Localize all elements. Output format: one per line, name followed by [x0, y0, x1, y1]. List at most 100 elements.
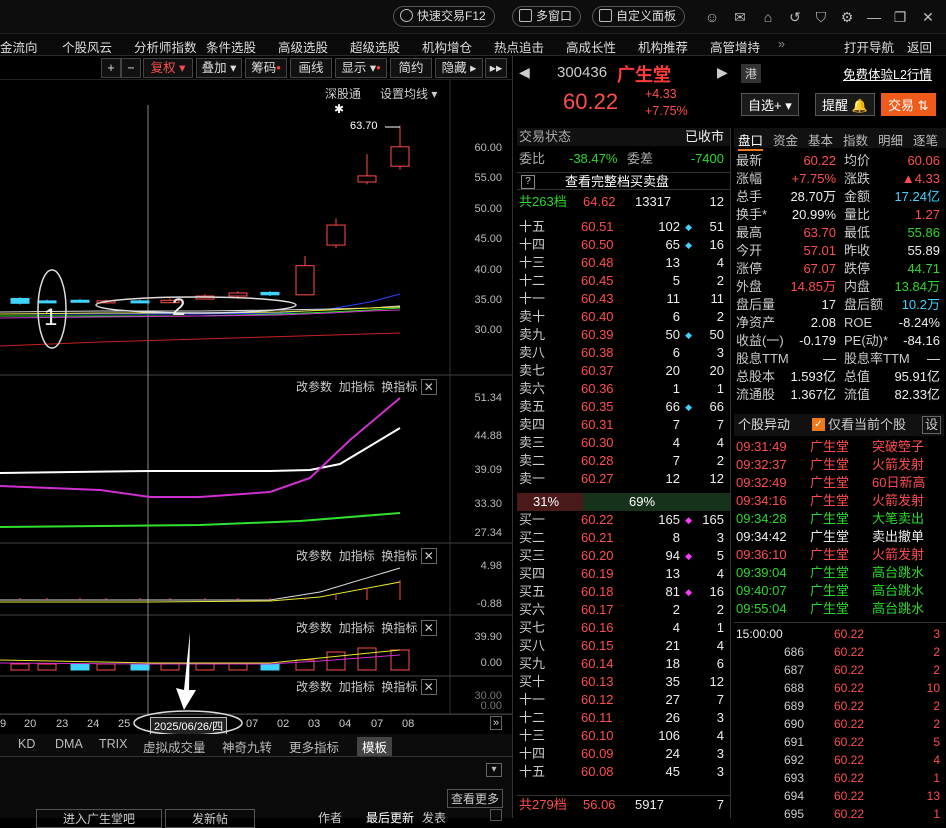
jia-zhibiao-link[interactable]: 加指标: [339, 680, 375, 694]
scroll-right-icon[interactable]: »: [490, 716, 503, 730]
tab-kd[interactable]: KD: [18, 737, 35, 751]
collapse-icon[interactable]: ▾: [486, 763, 502, 777]
gai-canshu-link[interactable]: 改参数: [296, 680, 332, 694]
gai-canshu-link[interactable]: 改参数: [296, 549, 332, 563]
quote-tab[interactable]: 基本: [808, 130, 833, 149]
nav-item[interactable]: 高级选股: [278, 37, 328, 56]
order-marker-icon: ◆: [685, 330, 692, 340]
tab-virtual-volume[interactable]: 虚拟成交量: [143, 737, 206, 756]
quote-label: 股息TTM: [736, 351, 789, 366]
tab-dma[interactable]: DMA: [55, 737, 83, 751]
quote-tab[interactable]: 指数: [843, 130, 868, 149]
home-icon[interactable]: ⌂: [760, 9, 776, 25]
shirt-icon[interactable]: ⛉: [813, 9, 829, 25]
huan-zhibiao-link[interactable]: 换指标: [381, 680, 417, 694]
shengutong-link[interactable]: 深股通: [325, 85, 361, 102]
set-ma-link[interactable]: 设置均线 ▾: [380, 85, 437, 102]
close-icon[interactable]: ✕: [420, 679, 437, 695]
zoom-in-button[interactable]: +: [101, 58, 121, 78]
fuquan-dropdown[interactable]: 复权 ▾: [143, 58, 193, 78]
huan-zhibiao-link[interactable]: 换指标: [381, 621, 417, 635]
alert-time: 09:40:07: [736, 583, 787, 598]
level-price: 60.09: [581, 746, 614, 761]
gai-canshu-link[interactable]: 改参数: [296, 621, 332, 635]
alert-time: 09:32:37: [736, 457, 787, 472]
axis-label: 0.00: [480, 657, 502, 669]
custom-panel-button[interactable]: 自定义面板: [592, 6, 686, 27]
nav-item[interactable]: 个股风云: [62, 37, 112, 56]
more-nav-icon[interactable]: »: [778, 37, 785, 51]
nav-item[interactable]: 机构增仓: [422, 37, 472, 56]
tab-magic-nine[interactable]: 神奇九转: [222, 737, 272, 756]
nav-item[interactable]: 金流向: [0, 37, 38, 56]
forum-panel: ▾ 查看更多 进入广生堂吧 发新帖 作者 最后更新 发表: [0, 756, 512, 828]
quote-value: 20.99%: [791, 207, 836, 222]
mail-icon[interactable]: ✉: [732, 9, 748, 25]
nav-item[interactable]: 机构推荐: [638, 37, 688, 56]
quote-tab[interactable]: 资金: [773, 130, 798, 149]
huaxian-button[interactable]: 画线: [290, 58, 332, 78]
trade-button[interactable]: 交易 ⇅: [881, 93, 936, 116]
next-stock-icon[interactable]: ▶: [717, 64, 728, 81]
nav-item[interactable]: 高成长性: [566, 37, 616, 56]
back-icon[interactable]: ↺: [787, 9, 803, 25]
open-nav-link[interactable]: 打开导航: [844, 37, 894, 56]
prev-stock-icon[interactable]: ◀: [519, 64, 530, 81]
settings-button[interactable]: 设: [922, 416, 942, 434]
quote-tab[interactable]: 逐笔: [913, 130, 938, 149]
tab-template[interactable]: 模板: [357, 737, 393, 756]
more-button[interactable]: 查看更多: [447, 789, 504, 808]
huan-zhibiao-link[interactable]: 换指标: [381, 380, 417, 394]
nav-item[interactable]: 超级选股: [350, 37, 400, 56]
jia-zhibiao-link[interactable]: 加指标: [339, 549, 375, 563]
alert-button[interactable]: 提醒 🔔: [815, 93, 875, 116]
full-book-row[interactable]: ? 查看完整档买卖盘: [517, 172, 730, 190]
add-watchlist-button[interactable]: 自选+ ▾: [741, 93, 799, 116]
close-icon[interactable]: ✕: [420, 620, 437, 636]
close-icon[interactable]: ✕: [920, 9, 936, 25]
nav-item[interactable]: 条件选股: [206, 37, 256, 56]
jia-zhibiao-link[interactable]: 加指标: [339, 621, 375, 635]
close-icon[interactable]: ✕: [420, 548, 437, 564]
user-icon[interactable]: ☺: [704, 9, 720, 25]
help-icon[interactable]: ?: [521, 175, 535, 189]
tab-trix[interactable]: TRIX: [99, 737, 127, 751]
jianyue-button[interactable]: 简约: [390, 58, 432, 78]
scroll-icon[interactable]: [490, 809, 502, 821]
restore-icon[interactable]: ❐: [892, 9, 908, 25]
level-label: 买四: [519, 566, 546, 581]
kline-chart[interactable]: 深股通 设置均线 ▾ 63.70 ✱ 60.00 55.00 50.00 45.…: [0, 80, 512, 714]
quick-trade-button[interactable]: 快速交易F12: [393, 6, 495, 27]
diejia-dropdown[interactable]: 叠加 ▾: [196, 58, 242, 78]
volume-bar: [70, 663, 90, 671]
quote-tab[interactable]: 明细: [878, 130, 903, 149]
back-link[interactable]: 返回: [907, 37, 932, 56]
jia-zhibiao-link[interactable]: 加指标: [339, 380, 375, 394]
minimize-icon[interactable]: —: [866, 9, 882, 25]
chouma-button[interactable]: 筹码•: [245, 58, 287, 78]
nav-item[interactable]: 热点追击: [494, 37, 544, 56]
zoom-out-button[interactable]: −: [121, 58, 141, 78]
gai-canshu-link[interactable]: 改参数: [296, 380, 332, 394]
panel5-tools: 改参数 加指标 换指标 ✕: [296, 678, 437, 695]
gear-icon[interactable]: ⚙: [839, 9, 855, 25]
only-current-checkbox[interactable]: ✓: [812, 418, 825, 431]
expand-icon[interactable]: ▸▸: [485, 58, 507, 78]
xianshi-dropdown[interactable]: 显示 ▾•: [335, 58, 387, 78]
hk-badge[interactable]: 港: [741, 64, 762, 83]
nav-item[interactable]: 高管增持: [710, 37, 760, 56]
close-icon[interactable]: ✕: [420, 379, 437, 395]
level-label: 买九: [519, 656, 546, 671]
tick-row: 15:00:00 60.22 3: [734, 625, 944, 643]
quote-tab[interactable]: 盘口: [738, 130, 764, 151]
enter-forum-button[interactable]: 进入广生堂吧: [36, 809, 163, 828]
new-post-button[interactable]: 发新帖: [165, 809, 256, 828]
level-count: 5: [716, 548, 724, 563]
huan-zhibiao-link[interactable]: 换指标: [381, 549, 417, 563]
alert-row: 09:31:49 广生堂 突破箜子: [734, 438, 944, 456]
multi-window-button[interactable]: 多窗口: [512, 6, 582, 27]
free-l2-link[interactable]: 免费体验L2行情: [843, 64, 932, 83]
yincang-button[interactable]: 隐藏 ▸: [435, 58, 483, 78]
tab-more-indicators[interactable]: 更多指标: [289, 737, 339, 756]
nav-item[interactable]: 分析师指数: [134, 37, 197, 56]
